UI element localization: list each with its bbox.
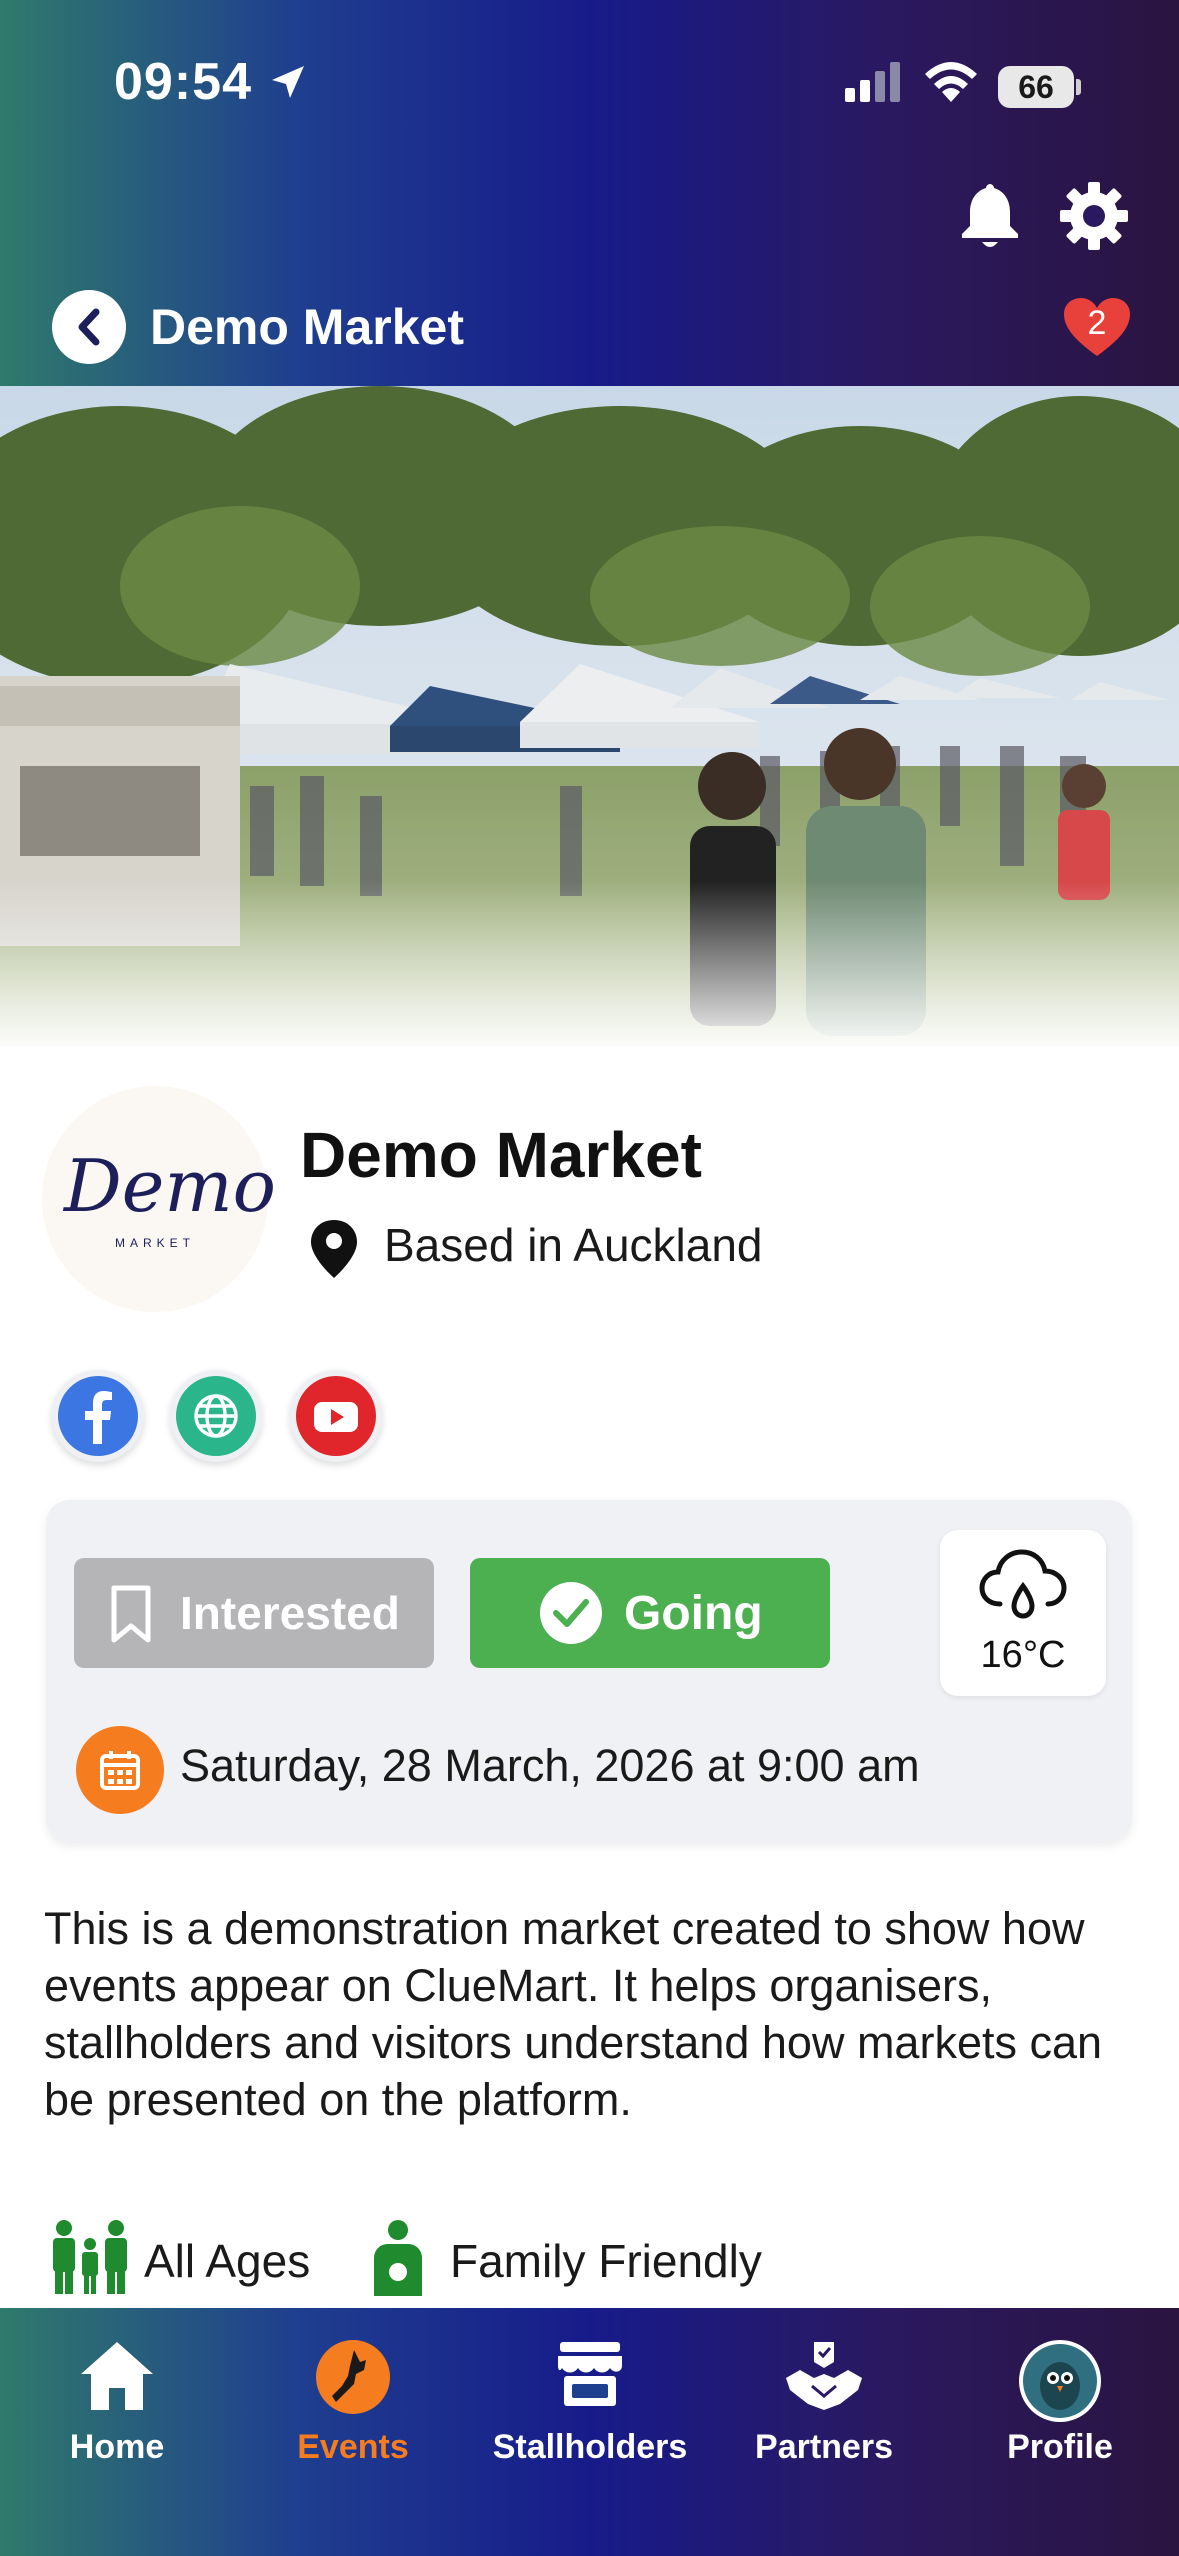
- market-name: Demo Market: [300, 1119, 702, 1191]
- nav-partners-label: Partners: [755, 2428, 893, 2466]
- home-icon: [81, 2342, 153, 2410]
- going-button[interactable]: Going: [470, 1558, 830, 1668]
- gear-icon[interactable]: [1058, 180, 1130, 252]
- person-icon: [374, 2220, 422, 2296]
- back-button[interactable]: [52, 290, 126, 364]
- bell-icon[interactable]: [958, 180, 1022, 250]
- website-icon: [194, 1394, 238, 1438]
- feature-family-friendly: Family Friendly: [450, 2235, 762, 2287]
- nav-home[interactable]: Home: [40, 2328, 194, 2488]
- bottom-nav: Home Events Stallholders Partners Profil…: [0, 2308, 1179, 2556]
- hero-image: [0, 386, 1179, 1046]
- handshake-icon: [786, 2342, 862, 2410]
- nav-profile-label: Profile: [1007, 2428, 1113, 2466]
- status-time: 09:54: [114, 53, 252, 111]
- signal-icon: [845, 62, 900, 102]
- rain-cloud-icon: [979, 1549, 1067, 1619]
- page-title: Demo Market: [150, 299, 464, 355]
- weather-widget: 16°C: [940, 1530, 1106, 1696]
- interested-button[interactable]: Interested: [74, 1558, 434, 1668]
- event-description: This is a demonstration market created t…: [44, 1903, 1103, 2125]
- favorites-count: 2: [1087, 304, 1107, 342]
- nav-events-label: Events: [297, 2428, 409, 2466]
- check-circle-icon: [540, 1582, 602, 1644]
- nav-stallholders-label: Stallholders: [492, 2428, 688, 2466]
- header: 09:54 66 Demo Market 2: [0, 0, 1179, 386]
- avatar-icon: [1019, 2340, 1101, 2422]
- location-arrow-icon: [272, 66, 304, 98]
- facebook-button[interactable]: [52, 1370, 144, 1462]
- nav-events[interactable]: Events: [276, 2328, 430, 2488]
- nav-profile[interactable]: Profile: [980, 2328, 1140, 2488]
- battery-tip: [1076, 79, 1081, 95]
- stall-icon: [558, 2342, 622, 2406]
- location-pin-icon: [311, 1220, 357, 1278]
- bookmark-icon: [111, 1585, 151, 1643]
- temperature: 16°C: [980, 1634, 1066, 1676]
- facebook-icon: [85, 1391, 112, 1444]
- interested-label: Interested: [180, 1587, 400, 1639]
- nav-partners[interactable]: Partners: [734, 2328, 914, 2488]
- chevron-left-icon: [78, 308, 100, 346]
- event-card: Interested Going 16°C Saturday, 28 March…: [46, 1500, 1132, 1842]
- favorites-button[interactable]: 2: [1062, 296, 1132, 360]
- calendar-icon: [76, 1726, 164, 1814]
- feature-all-ages: All Ages: [144, 2235, 311, 2287]
- going-label: Going: [624, 1587, 763, 1640]
- logo-text: Demo: [64, 1144, 276, 1228]
- nav-home-label: Home: [69, 2428, 165, 2466]
- market-logo: Demo MARKET: [42, 1086, 276, 1312]
- youtube-button[interactable]: [290, 1370, 382, 1462]
- website-button[interactable]: [170, 1370, 262, 1462]
- youtube-icon: [314, 1402, 358, 1432]
- event-date: Saturday, 28 March, 2026 at 9:00 am: [180, 1740, 920, 1791]
- family-icon: [53, 2220, 127, 2294]
- wifi-icon: [925, 62, 977, 102]
- market-location: Based in Auckland: [384, 1219, 763, 1271]
- battery-indicator: 66: [998, 66, 1074, 108]
- nav-stallholders[interactable]: Stallholders: [480, 2328, 700, 2488]
- nz-map-icon: [316, 2340, 390, 2414]
- logo-subtext: MARKET: [114, 1236, 195, 1250]
